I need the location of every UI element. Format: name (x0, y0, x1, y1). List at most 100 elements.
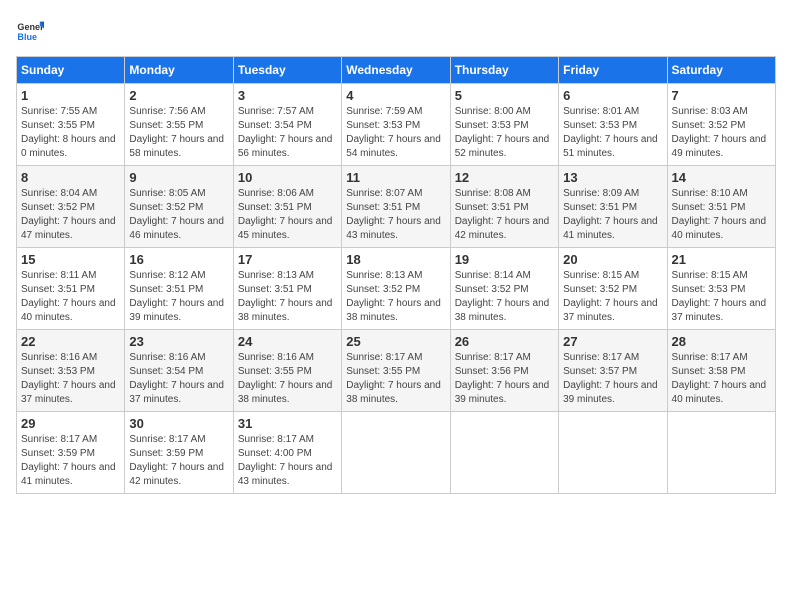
calendar-day-cell: 21 Sunrise: 8:15 AM Sunset: 3:53 PM Dayl… (667, 248, 775, 330)
calendar-day-cell: 12 Sunrise: 8:08 AM Sunset: 3:51 PM Dayl… (450, 166, 558, 248)
day-info: Sunrise: 8:12 AM Sunset: 3:51 PM Dayligh… (129, 269, 228, 325)
calendar-day-cell: 14 Sunrise: 8:10 AM Sunset: 3:51 PM Dayl… (667, 166, 775, 248)
day-info: Sunrise: 8:14 AM Sunset: 3:52 PM Dayligh… (455, 269, 554, 325)
calendar-day-cell (559, 412, 667, 494)
weekday-header: Sunday (17, 57, 125, 84)
calendar-day-cell (342, 412, 450, 494)
calendar-day-cell: 27 Sunrise: 8:17 AM Sunset: 3:57 PM Dayl… (559, 330, 667, 412)
calendar-week-row: 1 Sunrise: 7:55 AM Sunset: 3:55 PM Dayli… (17, 84, 776, 166)
calendar-day-cell (450, 412, 558, 494)
day-info: Sunrise: 8:06 AM Sunset: 3:51 PM Dayligh… (238, 187, 337, 243)
day-info: Sunrise: 8:03 AM Sunset: 3:52 PM Dayligh… (672, 105, 771, 161)
calendar-day-cell: 10 Sunrise: 8:06 AM Sunset: 3:51 PM Dayl… (233, 166, 341, 248)
day-info: Sunrise: 8:17 AM Sunset: 3:59 PM Dayligh… (129, 433, 228, 489)
calendar-day-cell: 8 Sunrise: 8:04 AM Sunset: 3:52 PM Dayli… (17, 166, 125, 248)
page-header: General Blue (16, 16, 776, 44)
svg-text:Blue: Blue (17, 32, 37, 42)
day-number: 18 (346, 252, 445, 267)
calendar-week-row: 8 Sunrise: 8:04 AM Sunset: 3:52 PM Dayli… (17, 166, 776, 248)
day-info: Sunrise: 8:17 AM Sunset: 3:55 PM Dayligh… (346, 351, 445, 407)
day-number: 23 (129, 334, 228, 349)
calendar-day-cell: 25 Sunrise: 8:17 AM Sunset: 3:55 PM Dayl… (342, 330, 450, 412)
day-info: Sunrise: 8:16 AM Sunset: 3:53 PM Dayligh… (21, 351, 120, 407)
day-info: Sunrise: 8:17 AM Sunset: 3:57 PM Dayligh… (563, 351, 662, 407)
calendar-day-cell: 7 Sunrise: 8:03 AM Sunset: 3:52 PM Dayli… (667, 84, 775, 166)
calendar-day-cell: 19 Sunrise: 8:14 AM Sunset: 3:52 PM Dayl… (450, 248, 558, 330)
weekday-header-row: SundayMondayTuesdayWednesdayThursdayFrid… (17, 57, 776, 84)
day-info: Sunrise: 8:17 AM Sunset: 4:00 PM Dayligh… (238, 433, 337, 489)
logo: General Blue (16, 16, 44, 44)
day-info: Sunrise: 8:10 AM Sunset: 3:51 PM Dayligh… (672, 187, 771, 243)
day-number: 21 (672, 252, 771, 267)
day-number: 24 (238, 334, 337, 349)
day-info: Sunrise: 8:13 AM Sunset: 3:52 PM Dayligh… (346, 269, 445, 325)
calendar-day-cell: 13 Sunrise: 8:09 AM Sunset: 3:51 PM Dayl… (559, 166, 667, 248)
day-info: Sunrise: 8:17 AM Sunset: 3:59 PM Dayligh… (21, 433, 120, 489)
calendar-day-cell: 5 Sunrise: 8:00 AM Sunset: 3:53 PM Dayli… (450, 84, 558, 166)
day-number: 9 (129, 170, 228, 185)
day-info: Sunrise: 8:15 AM Sunset: 3:53 PM Dayligh… (672, 269, 771, 325)
day-number: 15 (21, 252, 120, 267)
calendar-week-row: 15 Sunrise: 8:11 AM Sunset: 3:51 PM Dayl… (17, 248, 776, 330)
weekday-header: Monday (125, 57, 233, 84)
day-number: 8 (21, 170, 120, 185)
calendar-day-cell: 4 Sunrise: 7:59 AM Sunset: 3:53 PM Dayli… (342, 84, 450, 166)
calendar-day-cell: 6 Sunrise: 8:01 AM Sunset: 3:53 PM Dayli… (559, 84, 667, 166)
calendar-day-cell: 11 Sunrise: 8:07 AM Sunset: 3:51 PM Dayl… (342, 166, 450, 248)
calendar-day-cell: 2 Sunrise: 7:56 AM Sunset: 3:55 PM Dayli… (125, 84, 233, 166)
day-info: Sunrise: 7:57 AM Sunset: 3:54 PM Dayligh… (238, 105, 337, 161)
calendar-day-cell: 29 Sunrise: 8:17 AM Sunset: 3:59 PM Dayl… (17, 412, 125, 494)
day-info: Sunrise: 8:16 AM Sunset: 3:55 PM Dayligh… (238, 351, 337, 407)
day-info: Sunrise: 8:15 AM Sunset: 3:52 PM Dayligh… (563, 269, 662, 325)
weekday-header: Wednesday (342, 57, 450, 84)
day-number: 19 (455, 252, 554, 267)
day-info: Sunrise: 7:59 AM Sunset: 3:53 PM Dayligh… (346, 105, 445, 161)
day-number: 31 (238, 416, 337, 431)
calendar-day-cell: 26 Sunrise: 8:17 AM Sunset: 3:56 PM Dayl… (450, 330, 558, 412)
day-number: 6 (563, 88, 662, 103)
weekday-header: Tuesday (233, 57, 341, 84)
calendar-day-cell (667, 412, 775, 494)
day-number: 5 (455, 88, 554, 103)
day-info: Sunrise: 8:07 AM Sunset: 3:51 PM Dayligh… (346, 187, 445, 243)
calendar-day-cell: 24 Sunrise: 8:16 AM Sunset: 3:55 PM Dayl… (233, 330, 341, 412)
calendar-day-cell: 1 Sunrise: 7:55 AM Sunset: 3:55 PM Dayli… (17, 84, 125, 166)
day-number: 13 (563, 170, 662, 185)
day-info: Sunrise: 8:00 AM Sunset: 3:53 PM Dayligh… (455, 105, 554, 161)
day-number: 14 (672, 170, 771, 185)
day-number: 17 (238, 252, 337, 267)
day-info: Sunrise: 8:11 AM Sunset: 3:51 PM Dayligh… (21, 269, 120, 325)
day-info: Sunrise: 8:01 AM Sunset: 3:53 PM Dayligh… (563, 105, 662, 161)
calendar-day-cell: 31 Sunrise: 8:17 AM Sunset: 4:00 PM Dayl… (233, 412, 341, 494)
day-info: Sunrise: 8:17 AM Sunset: 3:56 PM Dayligh… (455, 351, 554, 407)
day-number: 30 (129, 416, 228, 431)
day-info: Sunrise: 8:17 AM Sunset: 3:58 PM Dayligh… (672, 351, 771, 407)
weekday-header: Saturday (667, 57, 775, 84)
calendar-day-cell: 17 Sunrise: 8:13 AM Sunset: 3:51 PM Dayl… (233, 248, 341, 330)
calendar-day-cell: 22 Sunrise: 8:16 AM Sunset: 3:53 PM Dayl… (17, 330, 125, 412)
day-number: 10 (238, 170, 337, 185)
day-number: 2 (129, 88, 228, 103)
day-info: Sunrise: 8:04 AM Sunset: 3:52 PM Dayligh… (21, 187, 120, 243)
day-number: 27 (563, 334, 662, 349)
day-number: 20 (563, 252, 662, 267)
calendar-day-cell: 28 Sunrise: 8:17 AM Sunset: 3:58 PM Dayl… (667, 330, 775, 412)
calendar-week-row: 29 Sunrise: 8:17 AM Sunset: 3:59 PM Dayl… (17, 412, 776, 494)
day-info: Sunrise: 7:56 AM Sunset: 3:55 PM Dayligh… (129, 105, 228, 161)
day-info: Sunrise: 8:16 AM Sunset: 3:54 PM Dayligh… (129, 351, 228, 407)
calendar-day-cell: 20 Sunrise: 8:15 AM Sunset: 3:52 PM Dayl… (559, 248, 667, 330)
day-number: 22 (21, 334, 120, 349)
calendar-week-row: 22 Sunrise: 8:16 AM Sunset: 3:53 PM Dayl… (17, 330, 776, 412)
day-number: 3 (238, 88, 337, 103)
day-info: Sunrise: 8:05 AM Sunset: 3:52 PM Dayligh… (129, 187, 228, 243)
calendar-day-cell: 23 Sunrise: 8:16 AM Sunset: 3:54 PM Dayl… (125, 330, 233, 412)
day-number: 25 (346, 334, 445, 349)
day-number: 1 (21, 88, 120, 103)
calendar-table: SundayMondayTuesdayWednesdayThursdayFrid… (16, 56, 776, 494)
calendar-day-cell: 3 Sunrise: 7:57 AM Sunset: 3:54 PM Dayli… (233, 84, 341, 166)
calendar-day-cell: 30 Sunrise: 8:17 AM Sunset: 3:59 PM Dayl… (125, 412, 233, 494)
day-number: 26 (455, 334, 554, 349)
day-number: 29 (21, 416, 120, 431)
day-number: 16 (129, 252, 228, 267)
day-info: Sunrise: 8:08 AM Sunset: 3:51 PM Dayligh… (455, 187, 554, 243)
